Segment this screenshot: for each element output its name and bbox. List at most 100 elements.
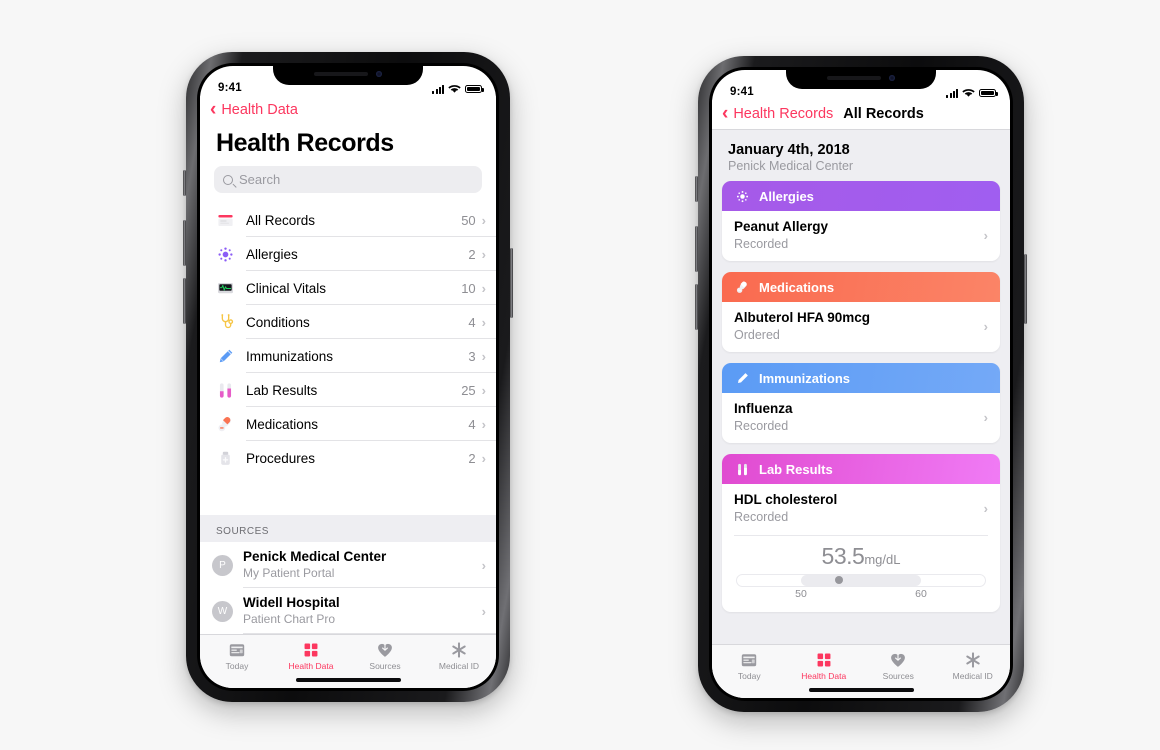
tab-health-data[interactable]: Health Data — [274, 640, 348, 671]
card-item-title: Influenza — [734, 401, 793, 417]
tab-today[interactable]: Today — [200, 640, 274, 671]
tab-label: Sources — [882, 671, 914, 681]
nav-bar-right: ‹ Health Records All Records — [712, 100, 1010, 129]
medications-icon — [214, 414, 236, 434]
card-item[interactable]: Albuterol HFA 90mcg Ordered › — [722, 302, 1000, 352]
record-card-allergies[interactable]: Allergies Peanut Allergy Recorded › — [722, 181, 1000, 262]
chevron-right-icon: › — [481, 280, 486, 296]
search-icon — [223, 174, 233, 185]
health-data-icon — [302, 640, 320, 659]
record-row-count: 4 — [468, 314, 476, 330]
sources-heart-icon — [889, 650, 907, 669]
tab-sources[interactable]: Sources — [861, 650, 936, 681]
record-row-count: 50 — [461, 212, 476, 228]
all-records-icon — [214, 210, 236, 230]
volume-up-button[interactable] — [183, 220, 186, 266]
card-header: Medications — [722, 272, 1000, 303]
power-button-right[interactable] — [1024, 254, 1027, 324]
tab-label: Health Data — [288, 661, 334, 671]
card-item[interactable]: Peanut Allergy Recorded › — [722, 211, 1000, 261]
chevron-right-icon: › — [481, 557, 486, 573]
tab-label: Medical ID — [952, 671, 993, 681]
chevron-left-icon[interactable]: ‹ — [722, 104, 728, 123]
home-indicator-right[interactable] — [712, 683, 1010, 698]
status-time-right: 9:41 — [730, 86, 754, 98]
tab-health-data[interactable]: Health Data — [787, 650, 862, 681]
screen-left: 9:41 ‹ Health Data Health Records Search… — [200, 66, 496, 688]
lab-range-slider[interactable] — [736, 573, 986, 587]
card-category-label: Lab Results — [759, 461, 833, 477]
record-row-allergies[interactable]: Allergies 2 › — [200, 237, 496, 271]
tab-bar-left: Today Health Data Sources Medical ID — [200, 634, 496, 673]
volume-up-button-right[interactable] — [695, 226, 698, 272]
cellular-bars-icon — [946, 88, 958, 98]
source-row-widell-hospital[interactable]: W Widell Hospital Patient Chart Pro › — [200, 588, 496, 634]
volume-down-button-right[interactable] — [695, 284, 698, 330]
record-card-medications[interactable]: Medications Albuterol HFA 90mcg Ordered … — [722, 272, 1000, 353]
phone-left: 9:41 ‹ Health Data Health Records Search… — [183, 52, 513, 702]
chevron-right-icon: › — [481, 246, 486, 262]
tab-today[interactable]: Today — [712, 650, 787, 681]
record-row-procedures[interactable]: Procedures 2 › — [200, 441, 496, 475]
lab-results-icon — [214, 380, 236, 400]
back-button-label[interactable]: Health Records — [733, 106, 833, 122]
health-data-icon — [815, 650, 833, 669]
row-divider — [243, 633, 496, 634]
all-records-scroll[interactable]: January 4th, 2018 Penick Medical Center … — [712, 130, 1010, 644]
today-calendar-icon — [228, 640, 246, 659]
chevron-right-icon: › — [481, 450, 486, 466]
home-indicator[interactable] — [200, 673, 496, 688]
card-header: Immunizations — [722, 363, 1000, 394]
cellular-bars-icon — [432, 84, 444, 94]
tab-medical-id[interactable]: Medical ID — [422, 640, 496, 671]
record-row-count: 10 — [461, 280, 476, 296]
sources-list: P Penick Medical Center My Patient Porta… — [200, 542, 496, 634]
chevron-right-icon: › — [481, 314, 486, 330]
record-row-medications[interactable]: Medications 4 › — [200, 407, 496, 441]
record-date: January 4th, 2018 — [728, 142, 850, 158]
source-subtitle: Patient Chart Pro — [243, 611, 336, 626]
search-input[interactable]: Search — [214, 166, 482, 193]
mute-switch[interactable] — [183, 170, 186, 196]
record-row-count: 2 — [468, 246, 476, 262]
record-row-clinical-vitals[interactable]: Clinical Vitals 10 › — [200, 271, 496, 305]
page-title-right: All Records — [843, 105, 924, 122]
record-row-count: 4 — [468, 416, 476, 432]
tab-sources[interactable]: Sources — [348, 640, 422, 671]
lab-tick-low: 50 — [795, 587, 807, 600]
lab-value-knob[interactable] — [834, 576, 843, 584]
card-item-status: Ordered — [734, 328, 780, 342]
lab-unit: mg/dL — [864, 551, 901, 567]
card-item-title: Peanut Allergy — [734, 219, 829, 234]
power-button[interactable] — [510, 248, 513, 318]
record-row-count: 25 — [461, 382, 476, 398]
tab-bar-right: Today Health Data Sources Medical ID — [712, 644, 1010, 683]
lab-value: 53.5 — [821, 542, 865, 569]
record-row-lab-results[interactable]: Lab Results 25 › — [200, 373, 496, 407]
status-bar-right: 9:41 — [712, 70, 1010, 100]
source-row-penick-medical-center[interactable]: P Penick Medical Center My Patient Porta… — [200, 542, 496, 588]
card-header: Lab Results — [722, 454, 1000, 485]
phone-right: 9:41 ‹ Health Records All Records Januar… — [695, 56, 1027, 712]
record-row-conditions[interactable]: Conditions 4 › — [200, 305, 496, 339]
back-button-label[interactable]: Health Data — [221, 102, 298, 118]
lab-normal-range — [801, 574, 921, 586]
volume-down-button[interactable] — [183, 278, 186, 324]
card-item[interactable]: Influenza Recorded › — [722, 393, 1000, 443]
immunizations-icon — [734, 370, 750, 386]
record-row-all-records[interactable]: All Records 50 › — [200, 203, 496, 237]
record-row-immunizations[interactable]: Immunizations 3 › — [200, 339, 496, 373]
card-item-status: Recorded — [734, 419, 789, 434]
record-row-label: Immunizations — [246, 348, 334, 364]
record-facility: Penick Medical Center — [728, 159, 854, 173]
record-card-immunizations[interactable]: Immunizations Influenza Recorded › — [722, 363, 1000, 444]
chevron-right-icon: › — [481, 416, 486, 432]
mute-switch-right[interactable] — [695, 176, 698, 202]
record-row-count: 3 — [468, 348, 476, 364]
lab-ticks: 50 60 — [736, 588, 986, 602]
record-card-lab-results[interactable]: Lab Results HDL cholesterol Recorded › 5… — [722, 454, 1000, 612]
record-row-label: Clinical Vitals — [246, 280, 327, 296]
chevron-left-icon[interactable]: ‹ — [210, 100, 216, 119]
tab-medical-id[interactable]: Medical ID — [936, 650, 1011, 681]
card-item[interactable]: HDL cholesterol Recorded › — [722, 484, 1000, 534]
